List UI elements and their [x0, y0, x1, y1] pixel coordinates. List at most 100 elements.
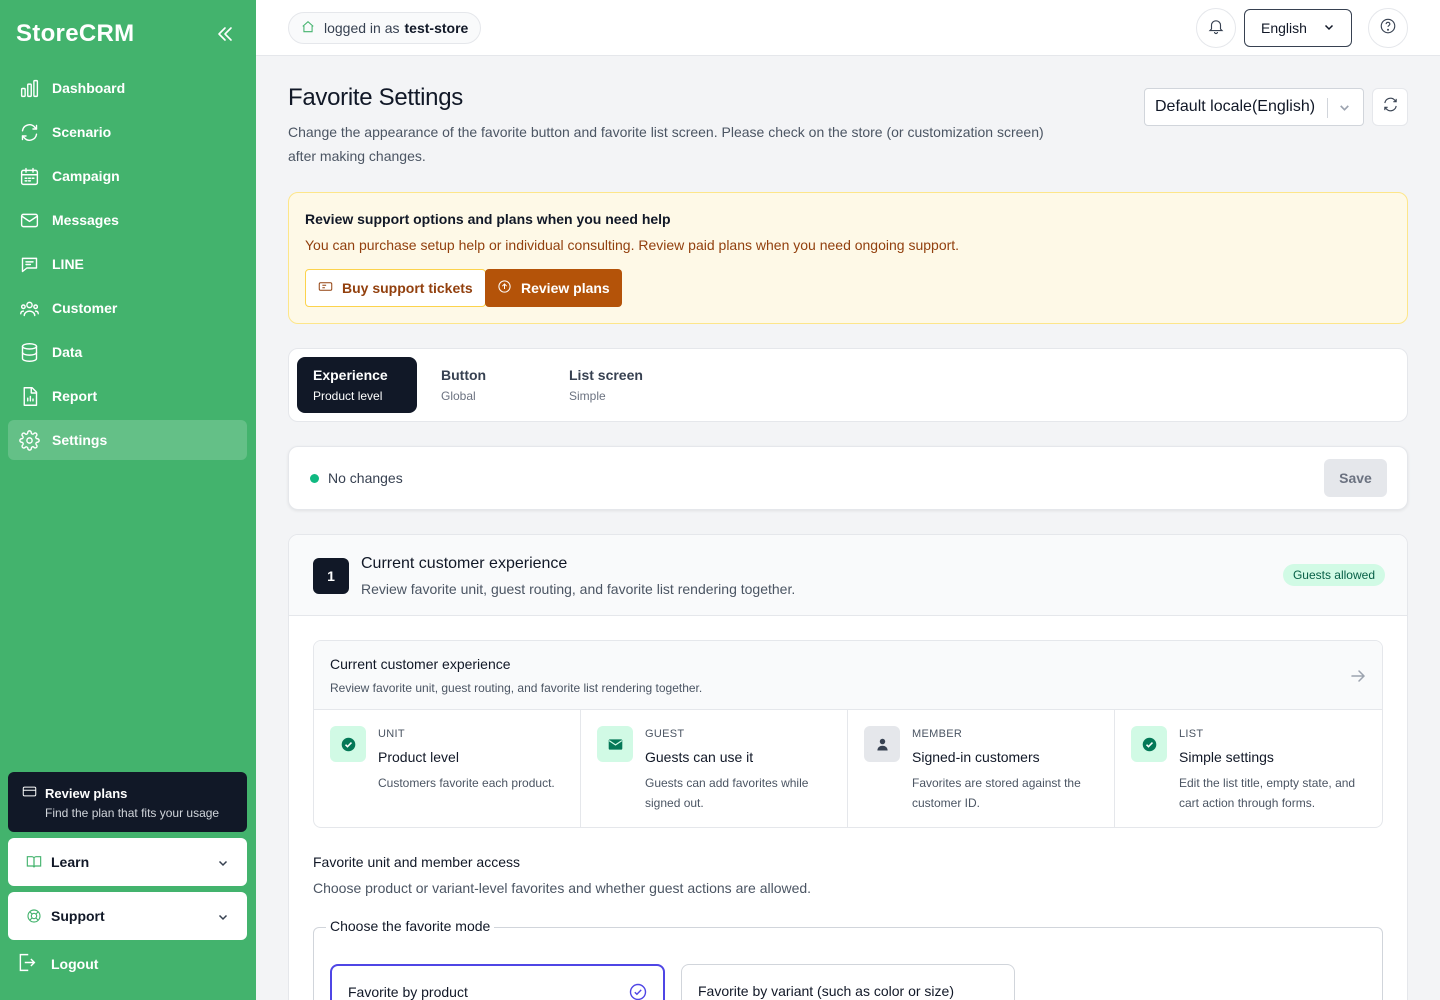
document-icon [18, 385, 40, 407]
sidebar-item-label: LINE [52, 256, 84, 272]
tab-button[interactable]: Button Global [425, 357, 535, 413]
logout-button[interactable]: Logout [16, 952, 98, 976]
summary-title: Current customer experience [330, 656, 511, 672]
summary-cell-unit: UNIT Product level Customers favorite ea… [314, 710, 581, 827]
status-badge: Guests allowed [1282, 564, 1385, 586]
summary-key: GUEST [645, 728, 685, 740]
section-number: 1 [313, 558, 349, 594]
sidebar-item-data[interactable]: Data [8, 332, 247, 372]
chevron-down-icon [217, 910, 229, 922]
sidebar-item-label: Settings [52, 432, 108, 448]
calendar-icon [18, 165, 40, 187]
tab-list-screen[interactable]: List screen Simple [553, 357, 663, 413]
logout-label: Logout [51, 956, 99, 972]
favorite-by-product-option[interactable]: Favorite by product [330, 964, 665, 1000]
logged-in-prefix: logged in as [324, 20, 400, 36]
users-icon [18, 297, 40, 319]
check-circle-icon [1131, 726, 1167, 762]
option-label: Favorite by variant (such as color or si… [698, 983, 954, 999]
sidebar-item-report[interactable]: Report [8, 376, 247, 416]
unit-access-title: Favorite unit and member access [313, 854, 520, 870]
sidebar-item-campaign[interactable]: Campaign [8, 156, 247, 196]
favorite-mode-legend: Choose the favorite mode [326, 918, 495, 934]
language-select[interactable]: English [1244, 9, 1352, 47]
summary-key: MEMBER [912, 728, 963, 740]
review-plans-card[interactable]: Review plans Find the plan that fits you… [8, 772, 247, 832]
chevron-down-icon [1323, 20, 1335, 36]
sidebar-item-messages[interactable]: Messages [8, 200, 247, 240]
envelope-icon [18, 209, 40, 231]
lifebuoy-icon [26, 908, 42, 924]
tab-sublabel: Simple [569, 389, 606, 403]
check-circle-icon [330, 726, 366, 762]
notifications-button[interactable] [1196, 8, 1236, 48]
book-icon [26, 854, 42, 870]
status-dot [310, 474, 319, 483]
tab-label: Experience [313, 367, 388, 383]
support-label: Support [51, 908, 105, 924]
help-button[interactable] [1368, 8, 1408, 48]
store-indicator: logged in as test-store [288, 12, 482, 44]
learn-accordion[interactable]: Learn [8, 838, 247, 886]
buy-support-label: Buy support tickets [342, 280, 473, 296]
refresh-button[interactable] [1372, 88, 1408, 126]
plan-card-title: Review plans [45, 785, 128, 801]
store-name: test-store [404, 20, 469, 36]
buy-support-tickets-button[interactable]: Buy support tickets [305, 269, 486, 307]
chevron-down-icon [1338, 101, 1351, 119]
sidebar-item-scenario[interactable]: Scenario [8, 112, 247, 152]
tab-experience[interactable]: Experience Product level [297, 357, 417, 413]
locale-value: Default locale(English) [1155, 98, 1316, 115]
save-button[interactable]: Save [1324, 459, 1387, 497]
ticket-icon [318, 279, 342, 297]
sidebar-item-label: Data [52, 344, 83, 360]
section-title: Current customer experience [361, 555, 568, 572]
save-bar: No changes Save [288, 446, 1408, 510]
support-accordion[interactable]: Support [8, 892, 247, 940]
sidebar-item-label: Customer [52, 300, 118, 316]
sidebar-item-customer[interactable]: Customer [8, 288, 247, 328]
bar-chart-icon [18, 77, 40, 99]
select-divider [1327, 98, 1328, 118]
page-title: Favorite Settings [288, 84, 463, 111]
sidebar-item-label: Scenario [52, 124, 112, 140]
notice-description: You can purchase setup help or individua… [305, 237, 960, 253]
learn-label: Learn [51, 854, 90, 870]
language-value: English [1261, 20, 1307, 36]
locale-select[interactable]: Default locale(English) [1144, 88, 1364, 126]
change-status: No changes [328, 470, 403, 486]
plan-card-subtitle: Find the plan that fits your usage [45, 806, 220, 820]
tab-sublabel: Product level [313, 389, 383, 403]
sidebar-item-settings[interactable]: Settings [8, 420, 247, 460]
sidebar: StoreCRM Dashboard Scenario Campaign Mes… [0, 0, 256, 1000]
collapse-sidebar-icon[interactable] [214, 24, 236, 44]
summary-key: LIST [1179, 728, 1204, 740]
summary-header[interactable]: Current customer experience Review favor… [314, 641, 1382, 710]
home-icon [301, 20, 324, 37]
summary-value: Guests can use it [645, 749, 754, 765]
refresh-cycle-icon [18, 121, 40, 143]
summary-value: Simple settings [1179, 749, 1274, 765]
unit-access-description: Choose product or variant-level favorite… [313, 880, 812, 896]
tab-label: Button [441, 367, 487, 383]
summary-detail: Customers favorite each product. [378, 776, 555, 790]
sidebar-item-dashboard[interactable]: Dashboard [8, 68, 247, 108]
top-header: logged in as test-store English [256, 0, 1440, 56]
person-icon [864, 726, 900, 762]
section-description: Review favorite unit, guest routing, and… [361, 581, 796, 597]
review-plans-button[interactable]: Review plans [485, 269, 622, 307]
sidebar-item-line[interactable]: LINE [8, 244, 247, 284]
summary-key: UNIT [378, 728, 405, 740]
tab-sublabel: Global [441, 389, 476, 403]
favorite-mode-fieldset: Choose the favorite mode Favorite by pro… [313, 918, 1383, 1000]
favorite-by-variant-option[interactable]: Favorite by variant (such as color or si… [681, 964, 1015, 1000]
sidebar-item-label: Report [52, 388, 98, 404]
summary-detail: Favorites are stored against the custome… [912, 776, 1081, 810]
sidebar-nav: Dashboard Scenario Campaign Messages LIN… [8, 68, 247, 464]
summary-detail: Guests can add favorites while signed ou… [645, 776, 809, 810]
summary-cell-guest: GUEST Guests can use it Guests can add f… [581, 710, 848, 827]
credit-card-icon [22, 784, 45, 802]
summary-description: Review favorite unit, guest routing, and… [330, 681, 703, 695]
support-notice: Review support options and plans when yo… [288, 192, 1408, 324]
summary-value: Signed-in customers [912, 749, 1040, 765]
